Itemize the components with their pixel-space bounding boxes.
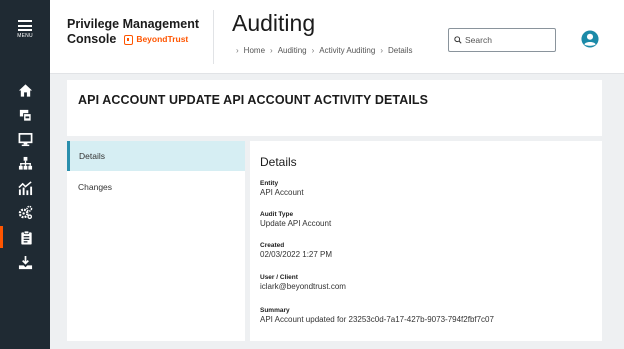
nav-item-auditing[interactable]	[0, 226, 50, 248]
chevron-right-icon: ›	[236, 46, 239, 55]
field-created: Created 02/03/2022 1:27 PM	[260, 241, 590, 260]
nav-item-packages[interactable]	[0, 251, 50, 273]
field-entity: Entity API Account	[260, 179, 590, 198]
page-heading-card: API ACCOUNT UPDATE API ACCOUNT ACTIVITY …	[67, 80, 602, 136]
clipboard-icon	[21, 230, 32, 245]
beyondtrust-logo-icon	[124, 34, 134, 45]
gears-icon	[18, 205, 32, 219]
search-icon	[454, 36, 462, 44]
chevron-right-icon: ›	[270, 46, 273, 55]
hierarchy-icon	[18, 156, 32, 170]
breadcrumb-activity-auditing[interactable]: Activity Auditing	[319, 46, 375, 55]
brand-line2: Console	[67, 32, 117, 46]
field-label: Created	[260, 242, 285, 249]
breadcrumb-home[interactable]: Home	[244, 46, 265, 55]
field-audit-type: Audit Type Update API Account	[260, 210, 590, 229]
details-title: Details	[260, 155, 297, 169]
chevron-right-icon: ›	[311, 46, 315, 55]
field-label: Entity	[260, 180, 279, 187]
field-summary: Summary API Account updated for 23253c0d…	[260, 306, 590, 325]
field-value: Update API Account	[260, 219, 332, 228]
beyondtrust-logo: BeyondTrust	[124, 32, 188, 47]
monitor-icon	[18, 132, 32, 146]
nav-item-groups[interactable]	[0, 152, 50, 174]
field-user-client: User / Client iclark@beyondtrust.com	[260, 273, 590, 292]
analytics-icon	[17, 180, 32, 195]
detail-tabs: Details Changes	[67, 141, 245, 341]
hamburger-icon	[18, 20, 32, 31]
field-label: User / Client	[260, 274, 298, 281]
activity-heading: API ACCOUNT UPDATE API ACCOUNT ACTIVITY …	[78, 93, 429, 107]
brand-line1: Privilege Management	[67, 17, 199, 31]
user-avatar-icon[interactable]	[581, 30, 599, 48]
breadcrumb-details: Details	[387, 46, 413, 55]
tab-changes[interactable]: Changes	[67, 172, 245, 202]
tab-details[interactable]: Details	[67, 141, 245, 171]
nav-item-settings[interactable]	[0, 201, 50, 223]
left-nav: MENU	[0, 0, 50, 349]
computer-icon	[19, 109, 32, 122]
product-brand[interactable]: Privilege Management Console BeyondTrust	[67, 17, 199, 47]
field-value: API Account	[260, 188, 304, 197]
nav-item-computers[interactable]	[0, 104, 50, 126]
logo-text: BeyondTrust	[136, 34, 189, 44]
details-panel: Details Entity API Account Audit Type Up…	[250, 141, 602, 341]
search-input[interactable]	[465, 35, 550, 45]
home-icon	[18, 83, 32, 97]
nav-item-home[interactable]	[0, 79, 50, 101]
breadcrumb-auditing[interactable]: Auditing	[278, 46, 307, 55]
breadcrumb: › Home › Auditing › Activity Auditing › …	[236, 46, 412, 55]
header-divider	[213, 10, 214, 64]
field-value: 02/03/2022 1:27 PM	[260, 250, 333, 259]
menu-button[interactable]: MENU	[0, 20, 50, 39]
nav-item-analytics[interactable]	[0, 177, 50, 199]
menu-label: MENU	[17, 33, 33, 39]
field-label: Audit Type	[260, 211, 294, 218]
top-header: Privilege Management Console BeyondTrust…	[50, 0, 624, 74]
chevron-right-icon: ›	[380, 46, 383, 55]
download-icon	[18, 255, 32, 269]
page-title: Auditing	[232, 10, 316, 36]
search-box[interactable]	[448, 28, 556, 52]
field-label: Summary	[260, 307, 290, 314]
field-value: API Account updated for 23253c0d-7a17-42…	[260, 315, 494, 324]
nav-item-monitor[interactable]	[0, 128, 50, 150]
field-value: iclark@beyondtrust.com	[260, 282, 346, 291]
